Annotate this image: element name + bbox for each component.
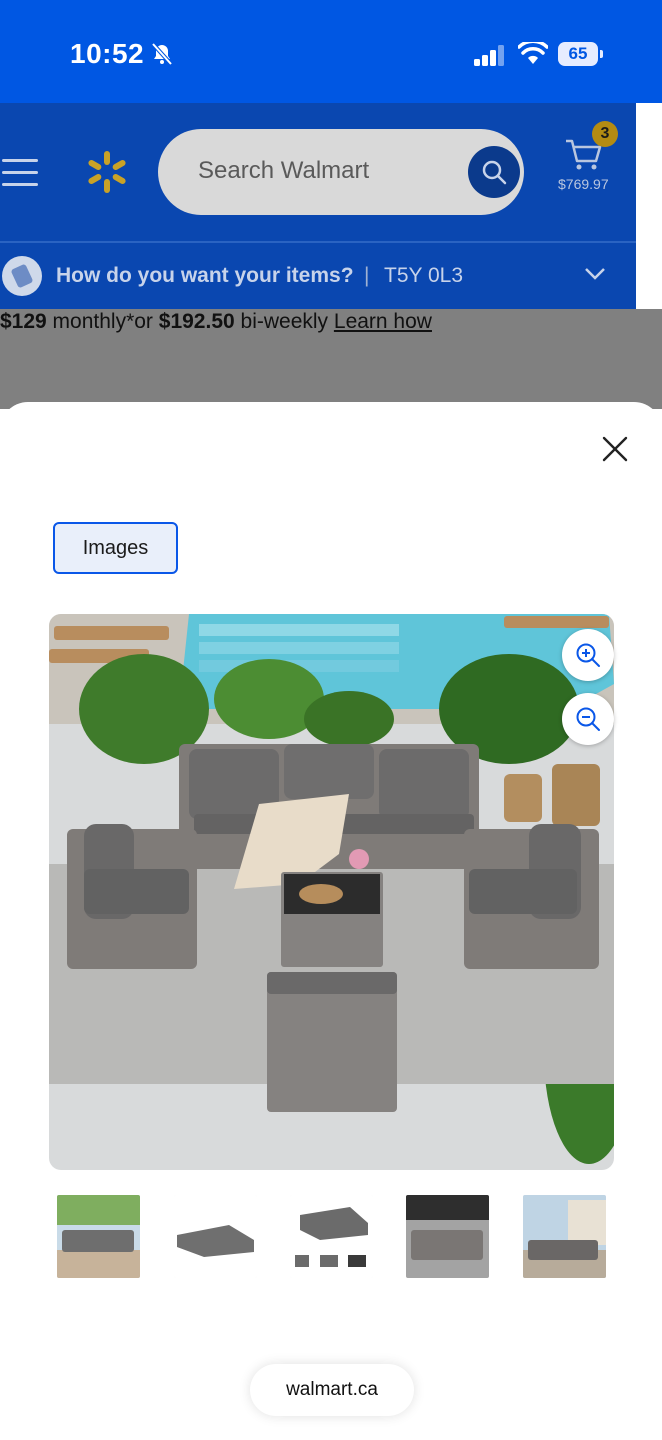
biweekly-text: bi-weekly [234,310,334,333]
thumbnail-1[interactable] [57,1195,140,1278]
thumbnail-image [290,1195,373,1278]
battery-indicator: 65 [558,42,604,66]
thumbnail-4[interactable] [406,1195,489,1278]
battery-tip [600,50,603,58]
thumbnail-image [406,1195,489,1278]
cart-button[interactable]: 3 $769.97 [556,121,620,201]
learn-how-link[interactable]: Learn how [334,310,432,333]
thumbnail-image [174,1195,257,1278]
monthly-text: monthly*or [46,310,159,333]
search-button[interactable] [468,146,520,198]
close-icon[interactable] [600,434,630,464]
monthly-amount: $129 [0,310,47,333]
postal-code: T5Y 0L3 [384,264,464,287]
status-time: 10:52 [70,38,145,69]
biweekly-amount: $192.50 [158,310,235,333]
delivery-selector[interactable]: How do you want your items? | T5Y 0L3 [0,241,636,309]
search-icon [482,160,507,185]
delivery-prompt: How do you want your items? [56,264,354,287]
payment-info: $129 monthly*or $192.50 bi-weekly Learn … [0,310,432,334]
bell-slash-icon [151,42,173,66]
zoom-in-icon [576,643,600,667]
search-placeholder: Search Walmart [198,157,370,184]
cellular-signal-icon [474,45,504,66]
thumbnail-5[interactable] [523,1195,606,1278]
site-header: Search Walmart 3 $769.97 [0,103,636,241]
tab-images[interactable]: Images [53,522,178,574]
product-photo [49,614,614,1170]
delivery-separator: | [364,264,370,287]
thumbnail-image [523,1195,606,1278]
status-bar: 10:52 65 [0,0,662,103]
wifi-icon [518,42,548,64]
thumbnail-3[interactable] [290,1195,373,1278]
battery-level: 65 [558,42,598,66]
delivery-icon [2,256,42,296]
main-product-image[interactable] [49,614,614,1170]
browser-url-pill[interactable]: walmart.ca [250,1364,414,1416]
zoom-out-button[interactable] [562,693,614,745]
search-input[interactable]: Search Walmart [158,129,524,215]
thumbnail-2[interactable] [174,1195,257,1278]
walmart-spark-logo[interactable] [84,149,130,195]
thumbnail-image [57,1195,140,1278]
zoom-out-icon [576,707,600,731]
cart-total: $769.97 [558,176,609,192]
cart-count-badge: 3 [592,121,618,147]
chevron-down-icon [585,268,605,280]
zoom-in-button[interactable] [562,629,614,681]
menu-icon[interactable] [2,159,38,187]
image-viewer-sheet: Images walmart.ca [0,402,662,1440]
